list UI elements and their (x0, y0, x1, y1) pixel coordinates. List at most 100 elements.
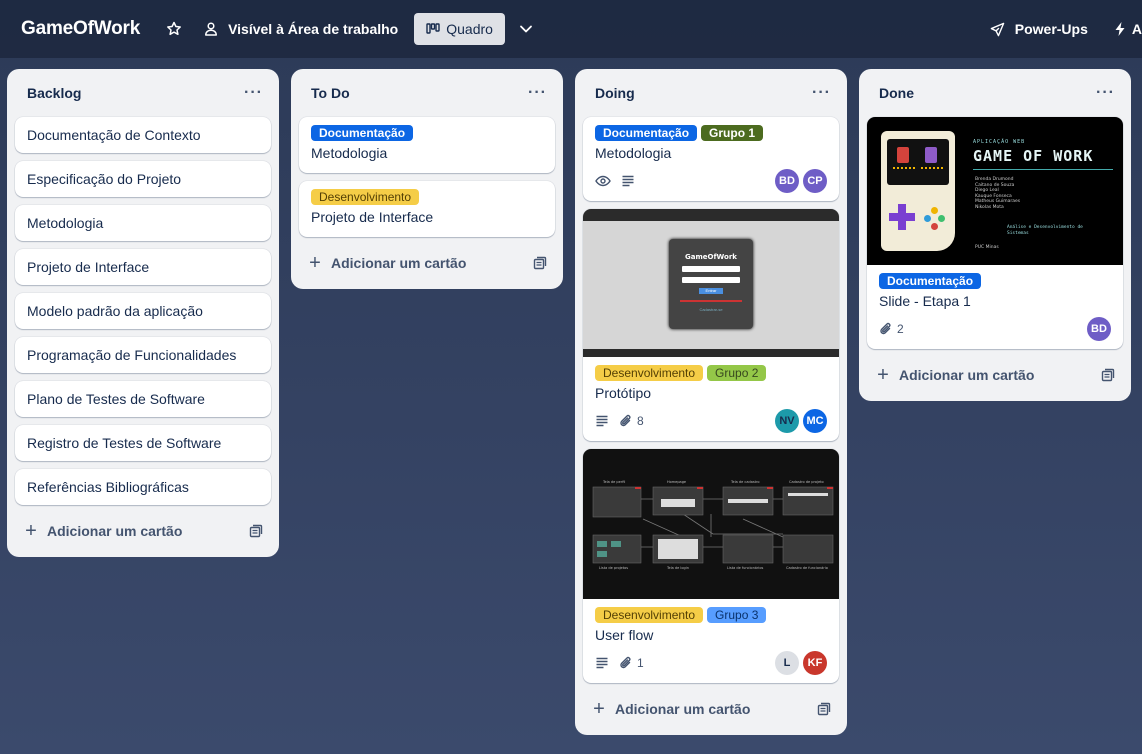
view-dropdown-button[interactable] (511, 13, 541, 45)
avatar[interactable]: L (775, 651, 799, 675)
list-menu-button[interactable]: ··· (1096, 84, 1115, 102)
list-menu-button[interactable]: ··· (528, 84, 547, 102)
avatar[interactable]: KF (803, 651, 827, 675)
powerups-label: Power-Ups (1014, 21, 1088, 37)
card-title: Projeto de Interface (311, 209, 434, 225)
card-title: Metodologia (311, 145, 388, 161)
card[interactable]: Documentação Metodologia (299, 117, 555, 173)
star-icon (167, 21, 182, 36)
card-title: Programação de Funcionalidades (27, 347, 237, 363)
list-title[interactable]: Doing (595, 85, 635, 101)
card-badges: 8 NV MC (595, 409, 827, 433)
add-card-button[interactable]: + Adicionar um cartão (23, 521, 182, 541)
card-title: Registro de Testes de Software (27, 435, 222, 451)
attachments-count: 2 (897, 322, 904, 336)
slide-subtitle: APLICAÇÃO WEB (973, 139, 1026, 145)
board-icon (426, 23, 440, 34)
add-card-row: + Adicionar um cartão (583, 691, 839, 727)
card[interactable]: Projeto de Interface (15, 249, 271, 285)
list-menu-button[interactable]: ··· (812, 84, 831, 102)
template-icon[interactable] (817, 702, 831, 716)
template-icon[interactable] (249, 524, 263, 538)
card[interactable]: Desenvolvimento Projeto de Interface (299, 181, 555, 237)
card-labels: Desenvolvimento (311, 189, 543, 205)
attachments-badge: 8 (619, 414, 644, 428)
template-icon[interactable] (1101, 368, 1115, 382)
card[interactable]: Registro de Testes de Software (15, 425, 271, 461)
list-done: Done ··· APLICAÇÃO WEB GAME OF WORK Bren… (859, 69, 1131, 401)
cover-link: Cadastrar-se (699, 307, 723, 312)
card-title: Especificação do Projeto (27, 171, 182, 187)
card[interactable]: Documentação Grupo 1 Metodologia BD CP (583, 117, 839, 201)
avatar[interactable]: BD (775, 169, 799, 193)
view-switcher-button[interactable]: Quadro (414, 13, 505, 45)
paperclip-icon (880, 322, 891, 335)
plus-icon: + (25, 520, 37, 542)
description-icon (622, 175, 634, 187)
card-badges: 2 BD (879, 317, 1111, 341)
lightning-icon (1115, 22, 1125, 36)
automation-label: A (1131, 21, 1142, 37)
label-grupo-2[interactable]: Grupo 2 (707, 365, 767, 381)
list-header: Done ··· (867, 69, 1123, 117)
label-desenvolvimento[interactable]: Desenvolvimento (595, 607, 704, 623)
card-title: Metodologia (595, 145, 672, 161)
label-documentacao[interactable]: Documentação (595, 125, 698, 141)
add-card-button[interactable]: + Adicionar um cartão (875, 365, 1034, 385)
add-card-button[interactable]: + Adicionar um cartão (307, 253, 466, 273)
list-title[interactable]: Done (879, 85, 914, 101)
add-card-button[interactable]: + Adicionar um cartão (591, 699, 750, 719)
automation-button[interactable]: A (1108, 13, 1142, 45)
star-button[interactable] (160, 13, 188, 45)
card[interactable]: Tela de perfil Homepage Tela de cadastro… (583, 449, 839, 683)
flow-label: Cadastro de projeto (789, 480, 824, 484)
card[interactable]: Referências Bibliográficas (15, 469, 271, 505)
eye-icon (595, 175, 611, 187)
plus-icon: + (593, 698, 605, 720)
card[interactable]: Documentação de Contexto (15, 117, 271, 153)
card-cover-image: APLICAÇÃO WEB GAME OF WORK Brenda Drumon… (867, 117, 1123, 265)
label-documentacao[interactable]: Documentação (311, 125, 414, 141)
card-members: BD CP (775, 169, 827, 193)
card-badges: 1 L KF (595, 651, 827, 675)
label-desenvolvimento[interactable]: Desenvolvimento (311, 189, 420, 205)
list-header: To Do ··· (299, 69, 555, 117)
powerups-button[interactable]: Power-Ups (984, 13, 1094, 45)
list-menu-button[interactable]: ··· (244, 84, 263, 102)
template-icon[interactable] (533, 256, 547, 270)
card-labels: Desenvolvimento Grupo 3 (595, 607, 827, 623)
label-grupo-1[interactable]: Grupo 1 (701, 125, 764, 141)
list-todo: To Do ··· Documentação Metodologia Desen… (291, 69, 563, 289)
card[interactable]: APLICAÇÃO WEB GAME OF WORK Brenda Drumon… (867, 117, 1123, 349)
list-title[interactable]: Backlog (27, 85, 81, 101)
add-card-label: Adicionar um cartão (899, 367, 1035, 383)
label-grupo-3[interactable]: Grupo 3 (707, 607, 767, 623)
board-title[interactable]: GameOfWork (21, 18, 140, 40)
description-icon (596, 657, 608, 669)
card-cover-image: GameOfWork Entrar Cadastrar-se (583, 209, 839, 357)
card[interactable]: Programação de Funcionalidades (15, 337, 271, 373)
label-desenvolvimento[interactable]: Desenvolvimento (595, 365, 704, 381)
list-doing: Doing ··· Documentação Grupo 1 Metodolog… (575, 69, 847, 735)
card[interactable]: Metodologia (15, 205, 271, 241)
slide-course: Análise e Desenvolvimento de Sistemas (1007, 225, 1083, 236)
avatar[interactable]: NV (775, 409, 799, 433)
attachments-badge: 2 (879, 322, 904, 336)
card-labels: Desenvolvimento Grupo 2 (595, 365, 827, 381)
slide-name: Brenda Drumond (975, 177, 1014, 182)
avatar[interactable]: BD (1087, 317, 1111, 341)
visibility-button[interactable]: Visível à Área de trabalho (198, 13, 404, 45)
slide-school: PUC Minas (975, 245, 999, 250)
plus-icon: + (309, 252, 321, 274)
avatar[interactable]: CP (803, 169, 827, 193)
label-documentacao[interactable]: Documentação (879, 273, 982, 289)
add-card-label: Adicionar um cartão (47, 523, 183, 539)
list-title[interactable]: To Do (311, 85, 350, 101)
chevron-down-icon (520, 25, 532, 33)
card[interactable]: Modelo padrão da aplicação (15, 293, 271, 329)
avatar[interactable]: MC (803, 409, 827, 433)
card[interactable]: GameOfWork Entrar Cadastrar-se Desenvolv… (583, 209, 839, 441)
badge-group (595, 173, 635, 189)
card[interactable]: Especificação do Projeto (15, 161, 271, 197)
card[interactable]: Plano de Testes de Software (15, 381, 271, 417)
